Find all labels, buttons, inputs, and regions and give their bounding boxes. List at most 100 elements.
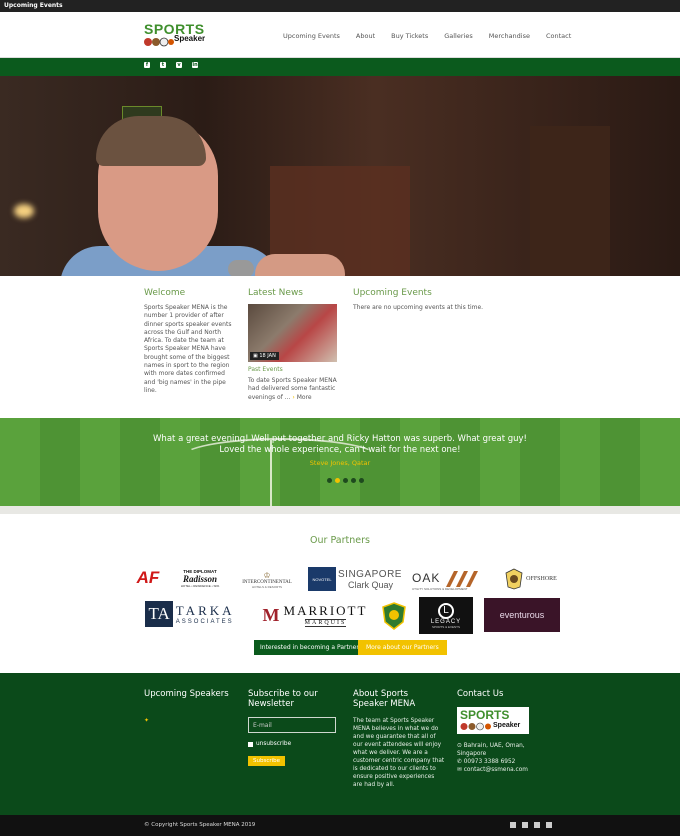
testimonial-border-bottom xyxy=(0,506,680,514)
news-category-link[interactable]: Past Events xyxy=(248,366,340,373)
footer-about: About Sports Speaker MENA The team at Sp… xyxy=(353,689,445,789)
more-partners-button[interactable]: More about our Partners xyxy=(358,640,447,655)
diplomat-sub-text: HOTEL • RESIDENCE • SPA xyxy=(180,583,220,588)
club-shield-icon xyxy=(382,602,406,630)
news-excerpt: To date Sports Speaker MENA had delivere… xyxy=(248,377,340,402)
partner-logo-tarka[interactable]: TA TARKA ASSOCIATES xyxy=(130,601,250,627)
footer-about-title: About Sports Speaker MENA xyxy=(353,689,416,709)
slider-dot[interactable] xyxy=(327,478,332,483)
footer-about-text: The team at Sports Speaker MENA believes… xyxy=(353,718,445,788)
marriott-m-icon: M xyxy=(262,604,280,625)
intercontinental-crest-icon: ♔ xyxy=(263,571,271,580)
chevron-right-icon: › xyxy=(292,393,295,401)
twitter-icon[interactable]: t xyxy=(160,62,166,68)
clark-quay-text: Clark Quay xyxy=(348,579,394,590)
upcoming-events-section: Upcoming Events There are no upcoming ev… xyxy=(353,288,553,311)
partner-logo-singapore-clark-quay[interactable]: SINGAPORE Clark Quay xyxy=(338,565,402,593)
tarka-associates-text: ASSOCIATES xyxy=(175,619,234,625)
nav-buy-tickets[interactable]: Buy Tickets xyxy=(391,32,428,40)
become-partner-button[interactable]: Interested in becoming a Partner? xyxy=(254,640,368,655)
latest-news-title: Latest News xyxy=(248,288,303,298)
nav-contact[interactable]: Contact xyxy=(546,32,571,40)
intercontinental-sub-text: HOTELS & RESORTS xyxy=(251,585,283,589)
vimeo-icon[interactable] xyxy=(534,822,540,828)
more-label: More xyxy=(296,393,312,401)
partner-logo-oak[interactable]: OAK UTILITY SOLUTIONS & DEVELOPMENT xyxy=(412,566,492,594)
footer-contact: Contact Us SPORTS Speaker ⊙ Bahrain, UAE… xyxy=(457,689,549,774)
partner-logo-sports-club[interactable] xyxy=(380,602,408,630)
testimonial-quote: What a great evening! Well put together … xyxy=(153,434,527,455)
facebook-icon[interactable]: f xyxy=(144,62,150,68)
hero-banner xyxy=(0,76,680,276)
partner-logo-eventurous[interactable]: eventurous xyxy=(484,598,560,632)
marriott-text: MARRIOTT xyxy=(283,603,368,618)
legacy-sub-text: SPORTS & EVENTS xyxy=(432,624,460,629)
footer-phone[interactable]: ✆ 00973 3388 6952 xyxy=(457,758,549,766)
latest-news-section: Latest News ▣ 18 JAN Past Events To date… xyxy=(248,288,340,402)
copyright: © Copyright Sports Speaker MENA 2019 xyxy=(144,822,256,828)
welcome-section: Welcome Sports Speaker MENA is the numbe… xyxy=(144,288,236,395)
star-icon: ✦ xyxy=(144,717,150,724)
partner-logo-offshore[interactable]: OFFSHORE xyxy=(502,566,560,592)
welcome-title: Welcome xyxy=(144,288,186,298)
footer-email[interactable]: ✉ contact@ssmena.com xyxy=(457,766,549,774)
linkedin-icon[interactable] xyxy=(546,822,552,828)
partner-logo-intercontinental[interactable]: ♔ INTERCONTINENTAL HOTELS & RESORTS xyxy=(236,566,298,594)
news-thumbnail[interactable]: ▣ 18 JAN xyxy=(248,304,337,362)
news-date-badge: ▣ 18 JAN xyxy=(250,352,279,360)
phone-text: 00973 3388 6952 xyxy=(463,759,516,765)
offshore-crest-icon xyxy=(505,568,523,590)
hero-lamp xyxy=(14,204,34,218)
footer-newsletter: Subscribe to our Newsletter E-mail unsub… xyxy=(248,689,340,766)
microphone xyxy=(228,260,254,276)
vimeo-icon[interactable]: v xyxy=(176,62,182,68)
slider-dot[interactable] xyxy=(343,478,348,483)
envelope-icon: ✉ xyxy=(457,767,462,773)
speaker-hand xyxy=(255,254,345,276)
more-link[interactable]: › More xyxy=(292,394,311,401)
partner-logo-radisson[interactable]: THE DIPLOMAT Radisson HOTEL • RESIDENCE … xyxy=(172,564,228,592)
social-links: f t v in xyxy=(144,62,198,68)
nav-galleries[interactable]: Galleries xyxy=(444,32,473,40)
speaker-hair xyxy=(96,116,206,166)
slider-dot[interactable] xyxy=(351,478,356,483)
bottom-social-links xyxy=(510,822,552,828)
slider-dots xyxy=(327,478,364,483)
email-input[interactable]: E-mail xyxy=(248,717,336,733)
singapore-text: SINGAPORE xyxy=(338,568,402,580)
main-nav: Upcoming Events About Buy Tickets Galler… xyxy=(283,32,587,40)
eventurous-text: eventurous xyxy=(499,610,545,620)
marquis-text: MARQUIS xyxy=(304,619,347,627)
site-footer xyxy=(0,673,680,815)
facebook-icon[interactable] xyxy=(510,822,516,828)
partner-logo-marriott-marquis[interactable]: M MARRIOTT MARQUIS xyxy=(262,602,368,628)
window-title-bar: Upcoming Events xyxy=(0,0,680,12)
footer-address: ⊙ Bahrain, UAE, Oman, Singapore xyxy=(457,742,549,758)
subscribe-button[interactable]: Subscribe xyxy=(248,756,286,766)
email-text: contact@ssmena.com xyxy=(463,767,528,773)
partner-logo-novotel[interactable]: NOVOTEL xyxy=(308,567,336,591)
upcoming-events-empty: There are no upcoming events at this tim… xyxy=(353,304,484,311)
nav-merchandise[interactable]: Merchandise xyxy=(489,32,530,40)
social-bar xyxy=(0,58,680,76)
slider-dot[interactable] xyxy=(359,478,364,483)
partner-logo-af[interactable]: AF xyxy=(134,565,162,591)
footer-balls-icon xyxy=(460,722,491,731)
partner-logo-legacy[interactable]: L LEGACY SPORTS & EVENTS xyxy=(419,597,473,634)
logo-text-speaker: Speaker xyxy=(174,34,206,43)
radisson-text: Radisson xyxy=(182,573,217,584)
site-logo[interactable]: SPORTS Speaker xyxy=(144,22,216,49)
footer-logo[interactable]: SPORTS Speaker xyxy=(457,707,529,734)
linkedin-icon[interactable]: in xyxy=(192,62,198,68)
af-text: AF xyxy=(136,568,160,587)
twitter-icon[interactable] xyxy=(522,822,528,828)
tarka-text: TARKA xyxy=(175,603,235,618)
oak-text: OAK xyxy=(412,571,441,585)
slider-dot[interactable] xyxy=(335,478,340,483)
bottom-bar: © Copyright Sports Speaker MENA 2019 xyxy=(0,815,680,836)
nav-about[interactable]: About xyxy=(356,32,375,40)
unsubscribe-checkbox[interactable] xyxy=(248,741,253,747)
footer-contact-title: Contact Us xyxy=(457,689,504,699)
email-placeholder: E-mail xyxy=(253,721,272,729)
nav-upcoming-events[interactable]: Upcoming Events xyxy=(283,32,340,40)
